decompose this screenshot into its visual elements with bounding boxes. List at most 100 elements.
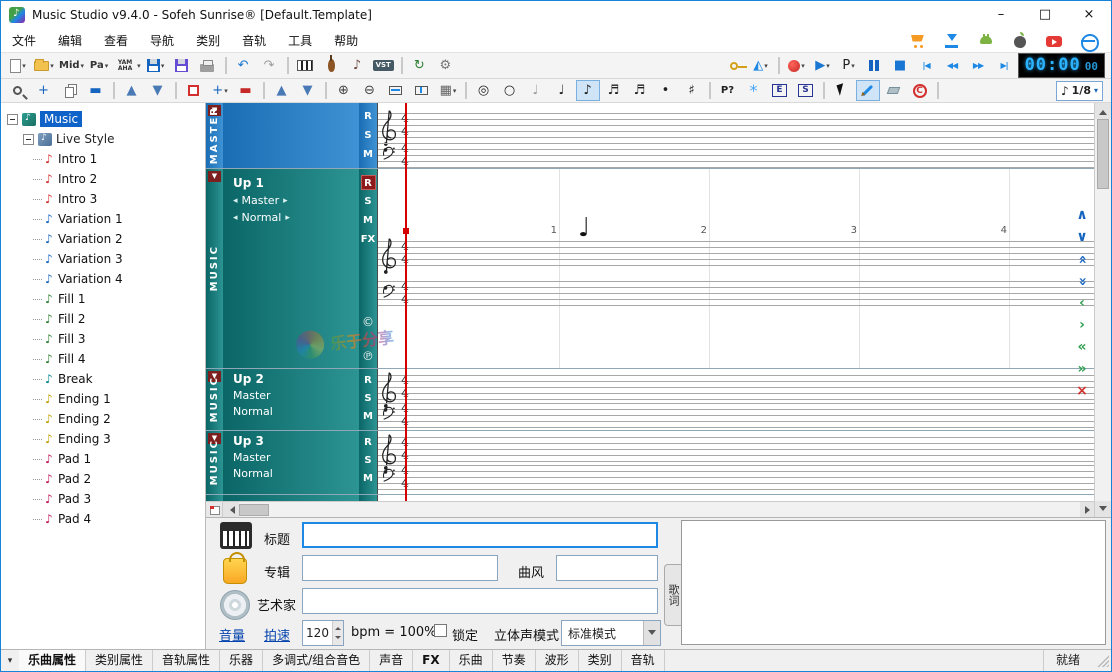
tree-item[interactable]: Intro 3	[1, 189, 205, 209]
tempo-value[interactable]: 120	[303, 621, 332, 645]
print-button[interactable]	[196, 55, 220, 76]
bottom-tab[interactable]: 音轨	[622, 650, 665, 671]
vst-plugins-button[interactable]: VST	[372, 55, 396, 76]
vertical-scrollbar[interactable]	[1094, 103, 1111, 517]
half-note-button[interactable]: ♩	[524, 80, 548, 101]
nav-delete-button[interactable]: ×	[1071, 382, 1093, 401]
zoom-out-button[interactable]: ⊖	[358, 80, 382, 101]
minimize-button[interactable]: –	[979, 1, 1023, 29]
menu-item[interactable]: 帮助	[323, 29, 369, 53]
insert-button[interactable]: + ▾	[208, 80, 232, 101]
genre-input[interactable]	[556, 555, 658, 581]
spin-down-button[interactable]	[333, 633, 343, 645]
menu-item[interactable]: 导航	[139, 29, 185, 53]
bottom-tab[interactable]: 声音	[370, 650, 413, 671]
nav-up-button[interactable]: ∧	[1071, 206, 1093, 225]
tree-item[interactable]: Pad 4	[1, 509, 205, 529]
grid-options-button[interactable]: ▦ ▾	[436, 80, 460, 101]
sixteenth-note-button[interactable]: ♬	[602, 80, 626, 101]
fit-width-button[interactable]	[384, 80, 408, 101]
scrollbar-thumb[interactable]	[239, 504, 269, 516]
up3-strip[interactable]: ▼ MUSIC	[206, 431, 223, 494]
lyrics-textarea[interactable]	[681, 520, 1106, 645]
quarter-note-button[interactable]: ♩	[550, 80, 574, 101]
settings-button[interactable]: ⚙	[434, 55, 458, 76]
new-button[interactable]: ▾	[6, 55, 30, 76]
menu-item[interactable]: 文件	[1, 29, 47, 53]
solo-button[interactable]: S	[361, 453, 376, 468]
tree-item[interactable]: Fill 1	[1, 289, 205, 309]
redo-button[interactable]: ↷	[258, 55, 282, 76]
freeze-button[interactable]: *	[742, 80, 766, 101]
rewind-button[interactable]: ◀◀	[941, 55, 965, 76]
master-header[interactable]	[223, 103, 359, 168]
collapse-toggle-icon[interactable]	[23, 134, 34, 145]
up1-strip[interactable]: ▼ MUSIC	[206, 169, 223, 368]
pause-button[interactable]	[863, 55, 887, 76]
solo-button[interactable]: S	[361, 194, 376, 209]
tempo-link[interactable]: 拍速	[264, 625, 290, 644]
web-icon[interactable]	[1079, 32, 1097, 50]
horizontal-scrollbar[interactable]	[206, 501, 1096, 517]
album-input[interactable]	[302, 555, 498, 581]
tree-item[interactable]: Ending 3	[1, 429, 205, 449]
record-button[interactable]: ▾	[785, 55, 809, 76]
lock-checkbox[interactable]	[434, 624, 447, 637]
save-button[interactable]: ▾	[144, 55, 168, 76]
close-button[interactable]: ×	[1067, 1, 1111, 29]
resize-grip[interactable]	[1096, 654, 1109, 667]
zoom-in-button[interactable]: ⊕	[332, 80, 356, 101]
track-bank-selector[interactable]: Master	[233, 389, 359, 402]
artist-input[interactable]	[302, 588, 658, 614]
mute-button[interactable]: M	[361, 409, 376, 424]
tree-item[interactable]: Pad 1	[1, 449, 205, 469]
menu-item[interactable]: 工具	[277, 29, 323, 53]
next-arrow-icon[interactable]: ▸	[283, 196, 288, 206]
pa-export-button[interactable]: Pa ▾	[87, 55, 111, 76]
tree-item[interactable]: Ending 1	[1, 389, 205, 409]
collapse-section-icon[interactable]: ▼	[208, 171, 221, 182]
shift-up-button[interactable]: ▲	[270, 80, 294, 101]
record-arm-button[interactable]: R	[361, 175, 376, 190]
score-view-button[interactable]: S	[794, 80, 818, 101]
tree-item[interactable]: Intro 1	[1, 149, 205, 169]
up2-staff-area[interactable]: 44 44	[377, 369, 1096, 430]
menu-item[interactable]: 查看	[93, 29, 139, 53]
solo-button[interactable]: S	[361, 128, 376, 143]
bottom-tab[interactable]: 音轨属性	[153, 650, 220, 671]
menu-item[interactable]: 编辑	[47, 29, 93, 53]
master-strip[interactable]: ▼ MASTER	[206, 103, 223, 168]
tree-item[interactable]: Variation 3	[1, 249, 205, 269]
bottom-tab[interactable]: 多调式/组合音色	[263, 650, 370, 671]
move-up-button[interactable]: ▲	[120, 80, 144, 101]
whole-note-button[interactable]: ○	[498, 80, 522, 101]
apple-icon[interactable]	[1011, 32, 1029, 50]
next-arrow-icon[interactable]: ▸	[285, 213, 290, 223]
nav-double-up-button[interactable]: «	[1073, 249, 1092, 271]
bottom-tab[interactable]: FX	[413, 650, 449, 671]
wizard-button[interactable]: ◭ ▾	[749, 55, 773, 76]
up2-header[interactable]: Up 2 Master Normal	[223, 369, 359, 430]
add-button[interactable]: +	[32, 80, 56, 101]
note-duration-select[interactable]: ♪ 1/8 ▾	[1056, 81, 1103, 101]
tree-root-label[interactable]: Music	[40, 111, 82, 127]
eighth-note-button[interactable]: ♪	[576, 80, 600, 101]
skip-start-button[interactable]: |◀	[915, 55, 939, 76]
track-patch-selector[interactable]: Normal	[233, 467, 359, 480]
track-patch-selector[interactable]: Normal	[233, 405, 359, 418]
tree-group-row[interactable]: Live Style	[1, 129, 205, 149]
menu-item[interactable]: 类别	[185, 29, 231, 53]
spin-up-button[interactable]	[333, 621, 343, 633]
track-bank-selector[interactable]: ◂ Master ▸	[233, 194, 359, 207]
shift-down-button[interactable]: ▼	[296, 80, 320, 101]
record-arm-button[interactable]: R	[361, 109, 376, 124]
nav-last-button[interactable]: »	[1071, 360, 1093, 379]
tree-item[interactable]: Fill 3	[1, 329, 205, 349]
up3-staff-area[interactable]: 44 44	[377, 431, 1096, 494]
undo-button[interactable]: ↶	[232, 55, 256, 76]
mute-button[interactable]: M	[361, 213, 376, 228]
title-input[interactable]	[302, 522, 658, 548]
chevron-down-icon[interactable]: ▾	[1094, 86, 1098, 95]
piano-roll-button[interactable]	[294, 55, 318, 76]
tree-item[interactable]: Pad 3	[1, 489, 205, 509]
